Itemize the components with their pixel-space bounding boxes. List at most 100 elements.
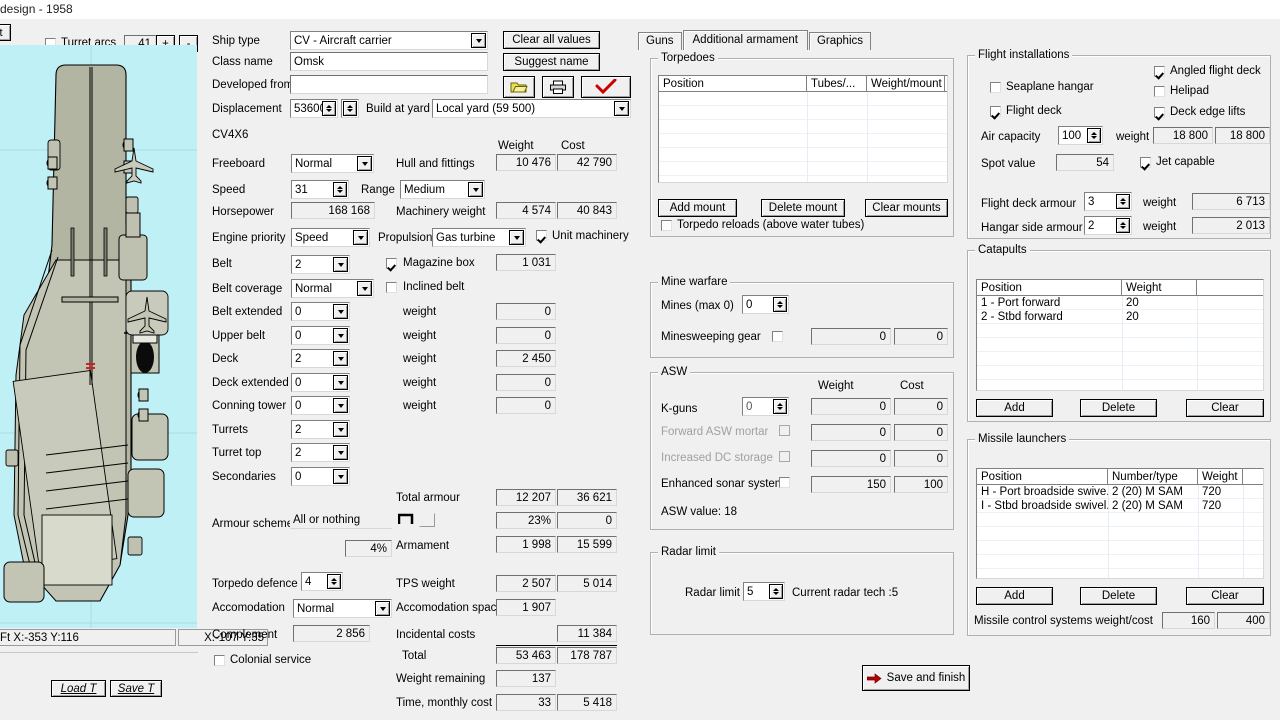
chevron-down-icon[interactable] bbox=[333, 328, 348, 343]
ship-left-button[interactable]: t bbox=[0, 24, 11, 41]
chevron-down-icon[interactable] bbox=[357, 156, 372, 171]
delete-mount-button[interactable]: Delete mount bbox=[761, 199, 845, 217]
tab-graphics[interactable]: Graphics bbox=[809, 32, 871, 50]
clear-all-values-button[interactable]: Clear all values bbox=[503, 31, 600, 49]
ship-type-select[interactable]: CV - Aircraft carrier bbox=[290, 31, 488, 50]
missiles-delete-button[interactable]: Delete bbox=[1080, 587, 1157, 605]
displacement-stepper[interactable] bbox=[322, 101, 336, 116]
chevron-down-icon[interactable] bbox=[471, 33, 486, 48]
speed-stepper[interactable] bbox=[333, 182, 347, 197]
missiles-add-button[interactable]: Add bbox=[976, 587, 1053, 605]
build-at-yard-select[interactable]: Local yard (59 500) bbox=[432, 99, 631, 118]
displacement-stepper-2-arrows[interactable] bbox=[343, 101, 357, 116]
belt-select[interactable]: 2 bbox=[291, 255, 350, 274]
displacement-stepper-2[interactable] bbox=[341, 99, 359, 118]
flight-deck-checkbox[interactable] bbox=[990, 106, 1001, 117]
kguns-stepper[interactable] bbox=[773, 399, 787, 414]
table-row[interactable]: 1 - Port forward 20 bbox=[977, 296, 1263, 310]
missile-launchers-grid[interactable]: Position Number/type Weight H - Port bro… bbox=[976, 468, 1264, 579]
chevron-down-icon[interactable] bbox=[614, 101, 629, 116]
deck-extended-select[interactable]: 0 bbox=[291, 373, 350, 392]
save-and-finish-button[interactable]: Save and finish bbox=[862, 665, 970, 691]
chevron-down-icon[interactable] bbox=[509, 230, 524, 245]
chevron-down-icon[interactable] bbox=[375, 601, 390, 616]
radar-limit-stepper[interactable] bbox=[769, 584, 783, 599]
chevron-down-icon[interactable] bbox=[353, 230, 368, 245]
displacement-input[interactable]: 53600 bbox=[290, 99, 338, 118]
developed-from-input[interactable] bbox=[290, 75, 488, 94]
chevron-down-icon[interactable] bbox=[333, 257, 348, 272]
turret-top-select[interactable]: 2 bbox=[291, 443, 350, 462]
torpedo-defence-input[interactable]: 4 bbox=[301, 572, 343, 591]
table-row[interactable]: I - Stbd broadside swivel... 2 (20) M SA… bbox=[977, 499, 1263, 513]
angled-flight-deck-checkbox[interactable] bbox=[1154, 66, 1165, 77]
ship-drawing-canvas[interactable] bbox=[0, 45, 197, 628]
flight-deck-armour-input[interactable]: 3 bbox=[1084, 192, 1132, 211]
tab-additional-armament[interactable]: Additional armament bbox=[683, 30, 808, 50]
upper-belt-select[interactable]: 0 bbox=[291, 326, 350, 345]
table-row[interactable]: H - Port broadside swive... 2 (20) M SAM… bbox=[977, 485, 1263, 499]
accomodation-select[interactable]: Normal bbox=[293, 599, 392, 618]
air-capacity-stepper[interactable] bbox=[1087, 128, 1101, 143]
chevron-down-icon[interactable] bbox=[333, 304, 348, 319]
engine-priority-select[interactable]: Speed bbox=[291, 228, 370, 247]
speed-input[interactable]: 31 bbox=[291, 180, 349, 199]
chevron-down-icon[interactable] bbox=[333, 469, 348, 484]
propulsion-select[interactable]: Gas turbine bbox=[432, 228, 526, 247]
chevron-down-icon[interactable] bbox=[333, 375, 348, 390]
radar-limit-input[interactable]: 5 bbox=[743, 582, 785, 601]
mines-input[interactable]: 0 bbox=[742, 295, 789, 314]
unit-machinery-checkbox[interactable] bbox=[536, 230, 547, 241]
chevron-down-icon[interactable] bbox=[333, 445, 348, 460]
freeboard-select[interactable]: Normal bbox=[291, 154, 374, 173]
belt-coverage-select[interactable]: Normal bbox=[291, 279, 374, 298]
range-select[interactable]: Medium bbox=[400, 180, 485, 199]
missiles-clear-button[interactable]: Clear bbox=[1186, 587, 1264, 605]
armour-scheme-value[interactable]: All or nothing bbox=[290, 512, 392, 529]
mines-stepper[interactable] bbox=[773, 297, 787, 312]
catapults-add-button[interactable]: Add bbox=[976, 399, 1053, 417]
torpedo-reloads-checkbox[interactable] bbox=[661, 220, 672, 231]
deck-select[interactable]: 2 bbox=[291, 349, 350, 368]
increased-dc-storage-checkbox[interactable] bbox=[779, 451, 790, 462]
open-design-button[interactable] bbox=[503, 76, 535, 98]
print-design-button[interactable] bbox=[542, 76, 574, 98]
chevron-down-icon[interactable] bbox=[357, 281, 372, 296]
load-template-button[interactable]: Load T bbox=[51, 680, 106, 697]
chevron-down-icon[interactable] bbox=[468, 182, 483, 197]
hangar-side-armour-input[interactable]: 2 bbox=[1084, 216, 1132, 235]
add-mount-button[interactable]: Add mount bbox=[658, 199, 737, 217]
secondaries-select[interactable]: 0 bbox=[291, 467, 350, 486]
chevron-down-icon[interactable] bbox=[333, 422, 348, 437]
seaplane-hangar-checkbox[interactable] bbox=[990, 82, 1001, 93]
suggest-name-button[interactable]: Suggest name bbox=[503, 53, 600, 71]
confirm-design-button[interactable] bbox=[581, 76, 631, 98]
table-row[interactable]: 2 - Stbd forward 20 bbox=[977, 310, 1263, 324]
hangar-side-armour-stepper[interactable] bbox=[1116, 218, 1130, 233]
catapults-delete-button[interactable]: Delete bbox=[1080, 399, 1157, 417]
helipad-checkbox[interactable] bbox=[1154, 86, 1165, 97]
conning-tower-select[interactable]: 0 bbox=[291, 396, 350, 415]
class-name-input[interactable]: Omsk bbox=[290, 52, 488, 71]
minesweeping-checkbox[interactable] bbox=[772, 331, 783, 342]
colonial-service-checkbox[interactable] bbox=[214, 655, 225, 666]
jet-capable-checkbox[interactable] bbox=[1140, 157, 1151, 168]
tab-guns[interactable]: Guns bbox=[638, 32, 682, 50]
flight-deck-armour-stepper[interactable] bbox=[1116, 194, 1130, 209]
save-template-button[interactable]: Save T bbox=[110, 680, 162, 697]
clear-mounts-button[interactable]: Clear mounts bbox=[865, 199, 948, 217]
torpedoes-grid[interactable]: Position Tubes/... Weight/mount bbox=[658, 75, 948, 183]
catapults-clear-button[interactable]: Clear bbox=[1186, 399, 1264, 417]
belt-extended-select[interactable]: 0 bbox=[291, 302, 350, 321]
turrets-select[interactable]: 2 bbox=[291, 420, 350, 439]
deck-edge-lifts-checkbox[interactable] bbox=[1154, 107, 1165, 118]
torpedo-defence-stepper[interactable] bbox=[327, 574, 341, 589]
forward-asw-mortar-checkbox[interactable] bbox=[779, 425, 790, 436]
magazine-box-checkbox[interactable] bbox=[386, 258, 397, 269]
chevron-down-icon[interactable] bbox=[333, 398, 348, 413]
enhanced-sonar-checkbox[interactable] bbox=[779, 477, 790, 488]
chevron-down-icon[interactable] bbox=[333, 351, 348, 366]
air-capacity-input[interactable]: 100 bbox=[1058, 126, 1103, 145]
inclined-belt-checkbox[interactable] bbox=[386, 282, 397, 293]
kguns-input[interactable]: 0 bbox=[742, 397, 789, 416]
